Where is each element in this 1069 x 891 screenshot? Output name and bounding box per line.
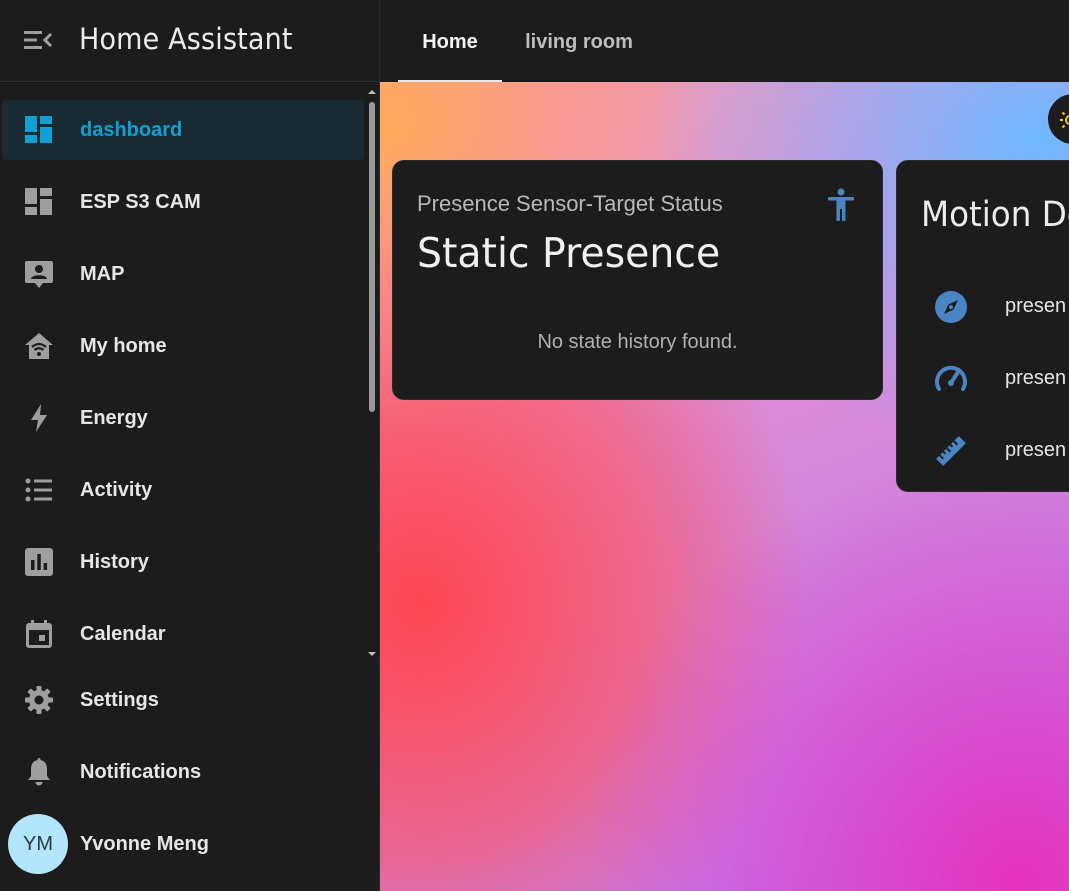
sidebar-item-my-home[interactable]: My home bbox=[2, 316, 364, 376]
sidebar-item-notifications[interactable]: Notifications bbox=[2, 742, 364, 802]
motion-detection-card: Motion De presen presen bbox=[896, 160, 1069, 492]
app-title: Home Assistant bbox=[79, 22, 293, 56]
speedometer-icon bbox=[935, 365, 967, 391]
sidebar-item-label: ESP S3 CAM bbox=[80, 191, 201, 213]
sidebar-item-label: Calendar bbox=[80, 623, 166, 645]
chart-box-icon bbox=[25, 548, 53, 576]
format-list-icon bbox=[25, 478, 52, 502]
dashboard-view: Presence Sensor-Target Status Static Pre… bbox=[380, 82, 1069, 891]
scroll-down-icon[interactable] bbox=[367, 650, 377, 658]
entity-row[interactable]: presen bbox=[897, 347, 1069, 407]
sidebar-item-calendar[interactable]: Calendar bbox=[2, 604, 364, 662]
sidebar-item-label: MAP bbox=[80, 263, 125, 285]
sidebar-item-label: History bbox=[80, 551, 149, 573]
sidebar: Home Assistant dashboard ESP S3 CAM MAP … bbox=[0, 0, 380, 891]
tab-home[interactable]: Home bbox=[398, 0, 502, 82]
sidebar-header: Home Assistant bbox=[0, 0, 379, 82]
scroll-thumb[interactable] bbox=[369, 102, 375, 412]
sidebar-item-energy[interactable]: Energy bbox=[2, 388, 364, 448]
view-tabs-bar: Home living room bbox=[380, 0, 1069, 82]
card-title: Motion De bbox=[921, 195, 1069, 235]
sidebar-item-esp-s3-cam[interactable]: ESP S3 CAM bbox=[2, 172, 364, 232]
entity-row[interactable]: presen bbox=[897, 275, 1069, 335]
sidebar-nav: dashboard ESP S3 CAM MAP My home Energy … bbox=[0, 88, 379, 662]
lightning-bolt-icon bbox=[31, 404, 47, 432]
sidebar-scrollbar[interactable] bbox=[366, 88, 378, 662]
presence-status-card[interactable]: Presence Sensor-Target Status Static Pre… bbox=[392, 160, 883, 400]
scroll-up-icon[interactable] bbox=[367, 88, 377, 96]
sidebar-item-label: My home bbox=[80, 335, 167, 357]
sidebar-item-label: Notifications bbox=[80, 761, 202, 783]
sidebar-item-dashboard[interactable]: dashboard bbox=[2, 100, 364, 160]
entity-name: presen bbox=[1005, 367, 1067, 389]
user-name[interactable]: Yvonne Meng bbox=[80, 833, 209, 856]
avatar[interactable]: YM bbox=[8, 814, 68, 874]
sidebar-item-map[interactable]: MAP bbox=[2, 244, 364, 304]
sidebar-item-activity[interactable]: Activity bbox=[2, 460, 364, 520]
view-dashboard-icon bbox=[25, 116, 52, 143]
card-entity-name: Presence Sensor-Target Status bbox=[417, 191, 723, 216]
bell-icon bbox=[28, 758, 50, 786]
calendar-icon bbox=[26, 620, 52, 648]
sidebar-item-history[interactable]: History bbox=[2, 532, 364, 592]
weather-badge[interactable] bbox=[1048, 94, 1069, 144]
map-account-icon bbox=[25, 261, 53, 288]
sidebar-item-label: Settings bbox=[80, 689, 159, 711]
entity-name: presen bbox=[1005, 295, 1067, 317]
tab-living-room[interactable]: living room bbox=[518, 0, 640, 82]
view-dashboard-icon bbox=[25, 188, 52, 215]
tab-label: living room bbox=[525, 31, 633, 53]
ruler-icon bbox=[936, 436, 966, 466]
history-empty-message: No state history found. bbox=[537, 331, 738, 353]
menu-open-icon bbox=[24, 31, 53, 49]
entity-name: presen bbox=[1005, 439, 1067, 461]
menu-toggle-button[interactable] bbox=[22, 26, 54, 54]
sidebar-item-settings[interactable]: Settings bbox=[2, 670, 364, 730]
tab-label: Home bbox=[422, 31, 478, 53]
gear-icon bbox=[25, 686, 53, 714]
sidebar-item-label: dashboard bbox=[80, 119, 183, 141]
home-wifi-icon bbox=[25, 333, 53, 359]
sidebar-item-label: Activity bbox=[80, 479, 153, 501]
sidebar-item-label: Energy bbox=[80, 407, 148, 429]
sun-icon bbox=[1060, 111, 1069, 129]
card-entity-state: Static Presence bbox=[417, 229, 721, 277]
compass-icon bbox=[935, 291, 967, 323]
entity-row[interactable]: presen bbox=[897, 419, 1069, 479]
human-icon bbox=[828, 188, 854, 221]
